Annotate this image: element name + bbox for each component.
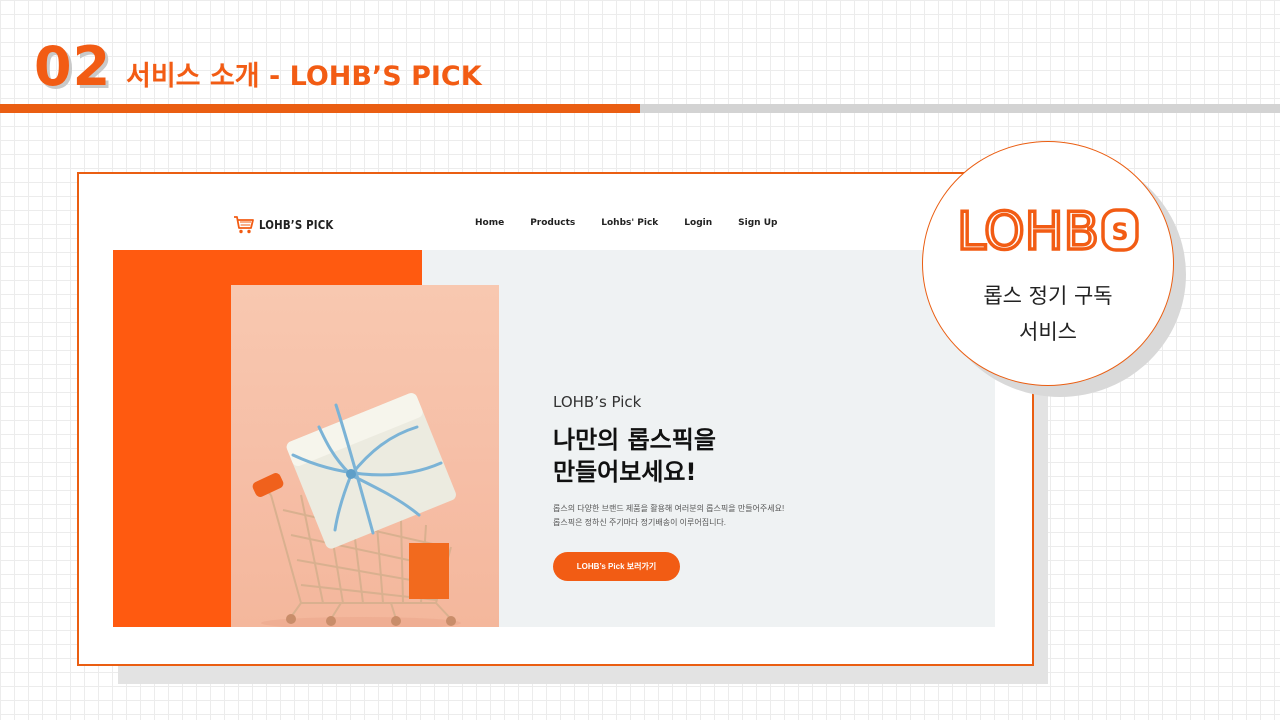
header-gray-bar [640, 104, 1280, 113]
nav-login[interactable]: Login [684, 218, 712, 228]
nav-products[interactable]: Products [530, 218, 575, 228]
header-accent-bar [0, 104, 640, 113]
badge-caption: 롭스 정기 구독 서비스 [923, 278, 1173, 350]
shopping-cart-icon [234, 216, 254, 234]
hero-desc-line2: 롭스픽은 정하신 주기마다 정기배송이 이루어집니다. [553, 518, 727, 527]
s-emblem-letter: S [1111, 218, 1128, 246]
site-logo[interactable]: LOHB’S PICK [233, 214, 347, 236]
hero-description: 롭스의 다양한 브랜드 제품을 활용해 여러분의 롭스픽을 만들어주세요! 롭스… [553, 502, 784, 530]
website-screenshot-frame: LOHB’S PICK Home Products Lohbs' Pick Lo… [77, 172, 1034, 666]
badge-caption-line2: 서비스 [1019, 320, 1077, 344]
hero-section: LOHB’s Pick 나만의 롭스픽을 만들어보세요! 롭스의 다양한 브랜드… [113, 250, 995, 627]
hero-desc-line1: 롭스의 다양한 브랜드 제품을 활용해 여러분의 롭스픽을 만들어주세요! [553, 504, 785, 513]
slide-number: 02 [34, 35, 112, 98]
hero-brand-label: LOHB’s Pick [553, 393, 642, 411]
gift-in-shopping-cart-photo [231, 285, 499, 627]
lohbs-logo-text: LOHB [957, 204, 1099, 254]
hero-title-line2: 만들어보세요! [553, 458, 697, 486]
hero-title: 나만의 롭스픽을 만들어보세요! [553, 424, 716, 488]
view-lohbs-pick-button[interactable]: LOHB’s Pick 보러가기 [553, 552, 680, 581]
badge-caption-line1: 롭스 정기 구독 [983, 284, 1113, 308]
gift-cart-illustration [252, 393, 461, 627]
site-nav: Home Products Lohbs' Pick Login Sign Up [475, 218, 777, 228]
hero-title-line1: 나만의 롭스픽을 [553, 426, 716, 454]
slide-title: 서비스 소개 - LOHB’S PICK [126, 61, 482, 92]
nav-lohbs-pick[interactable]: Lohbs' Pick [601, 218, 658, 228]
lohbs-logo: LOHB S [957, 204, 1139, 254]
nav-sign-up[interactable]: Sign Up [738, 218, 777, 228]
nav-home[interactable]: Home [475, 218, 504, 228]
site-logo-text: LOHB’S PICK [259, 218, 334, 232]
lohbs-badge: LOHB S 롭스 정기 구독 서비스 [922, 141, 1174, 386]
s-emblem-icon: S [1101, 208, 1139, 252]
